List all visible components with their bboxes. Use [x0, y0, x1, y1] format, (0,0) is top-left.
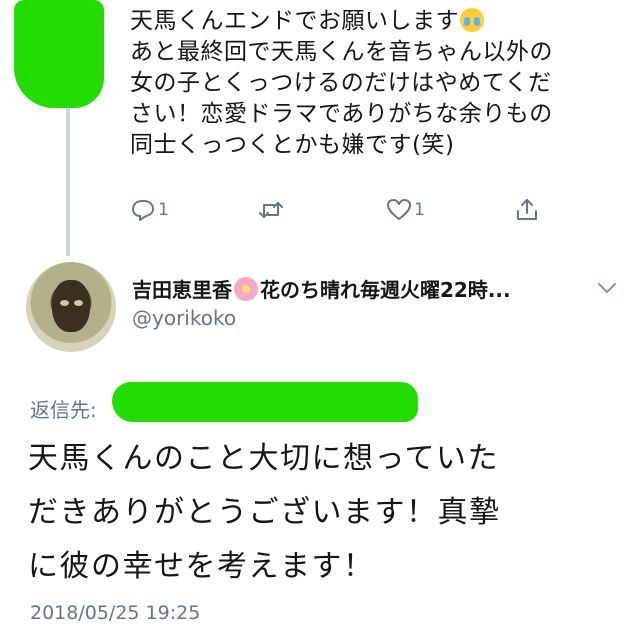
avatar-face: [52, 280, 90, 332]
reply-line-2: だきありがとうございます！真摯: [28, 495, 501, 530]
like-button[interactable]: 1: [386, 196, 425, 224]
thread-connector: [66, 108, 70, 256]
parent-line-4: さい！恋愛ドラマでありがちな余りもの: [130, 101, 553, 127]
cherry-blossom-icon: [234, 277, 258, 301]
reply-text: 天馬くんのこと大切に想っていた だきありがとうございます！真摯 に彼の幸せを考え…: [28, 432, 628, 594]
reply-icon: [132, 200, 154, 221]
retweet-icon: [259, 202, 283, 218]
parent-line-3: 女の子とくっつけるのだけはやめてくだ: [130, 70, 552, 96]
share-button[interactable]: [514, 196, 540, 224]
author-name-main: 吉田恵里香: [132, 278, 232, 302]
redacted-mention: [112, 382, 418, 422]
share-icon: [517, 199, 537, 220]
author-name-suffix: 花のち晴れ毎週火曜22時...: [260, 278, 511, 302]
author-name[interactable]: 吉田恵里香 花のち晴れ毎週火曜22時...: [132, 274, 511, 303]
heart-icon: [387, 199, 411, 220]
redacted-avatar: [14, 0, 104, 108]
timestamp: 2018/05/25 19:25: [30, 602, 201, 624]
crying-face-icon: [460, 8, 484, 32]
like-count: 1: [414, 200, 425, 220]
avatar-eye-right: [74, 300, 83, 306]
tweet-actions: 1 1: [130, 196, 560, 226]
parent-line-5: 同士くっつくとかも嫌です(笑): [130, 132, 455, 158]
author-handle[interactable]: @yorikoko: [132, 306, 236, 330]
reply-button[interactable]: 1: [130, 196, 169, 224]
parent-line-2: あと最終回で天馬くんを音ちゃん以外の: [130, 39, 553, 65]
reply-to-label: 返信先:: [30, 398, 97, 422]
avatar-eye-left: [60, 300, 69, 306]
chevron-down-icon[interactable]: [596, 280, 618, 296]
parent-tweet-text: 天馬くんエンドでお願いします あと最終回で天馬くんを音ちゃん以外の 女の子とくっ…: [130, 6, 635, 161]
avatar[interactable]: [26, 262, 116, 352]
reply-count: 1: [158, 200, 169, 220]
retweet-button[interactable]: [258, 196, 286, 224]
reply-line-1: 天馬くんのこと大切に想っていた: [28, 441, 499, 476]
reply-line-3: に彼の幸せを考えます！: [28, 549, 375, 584]
parent-line-1: 天馬くんエンドでお願いします: [130, 8, 459, 34]
